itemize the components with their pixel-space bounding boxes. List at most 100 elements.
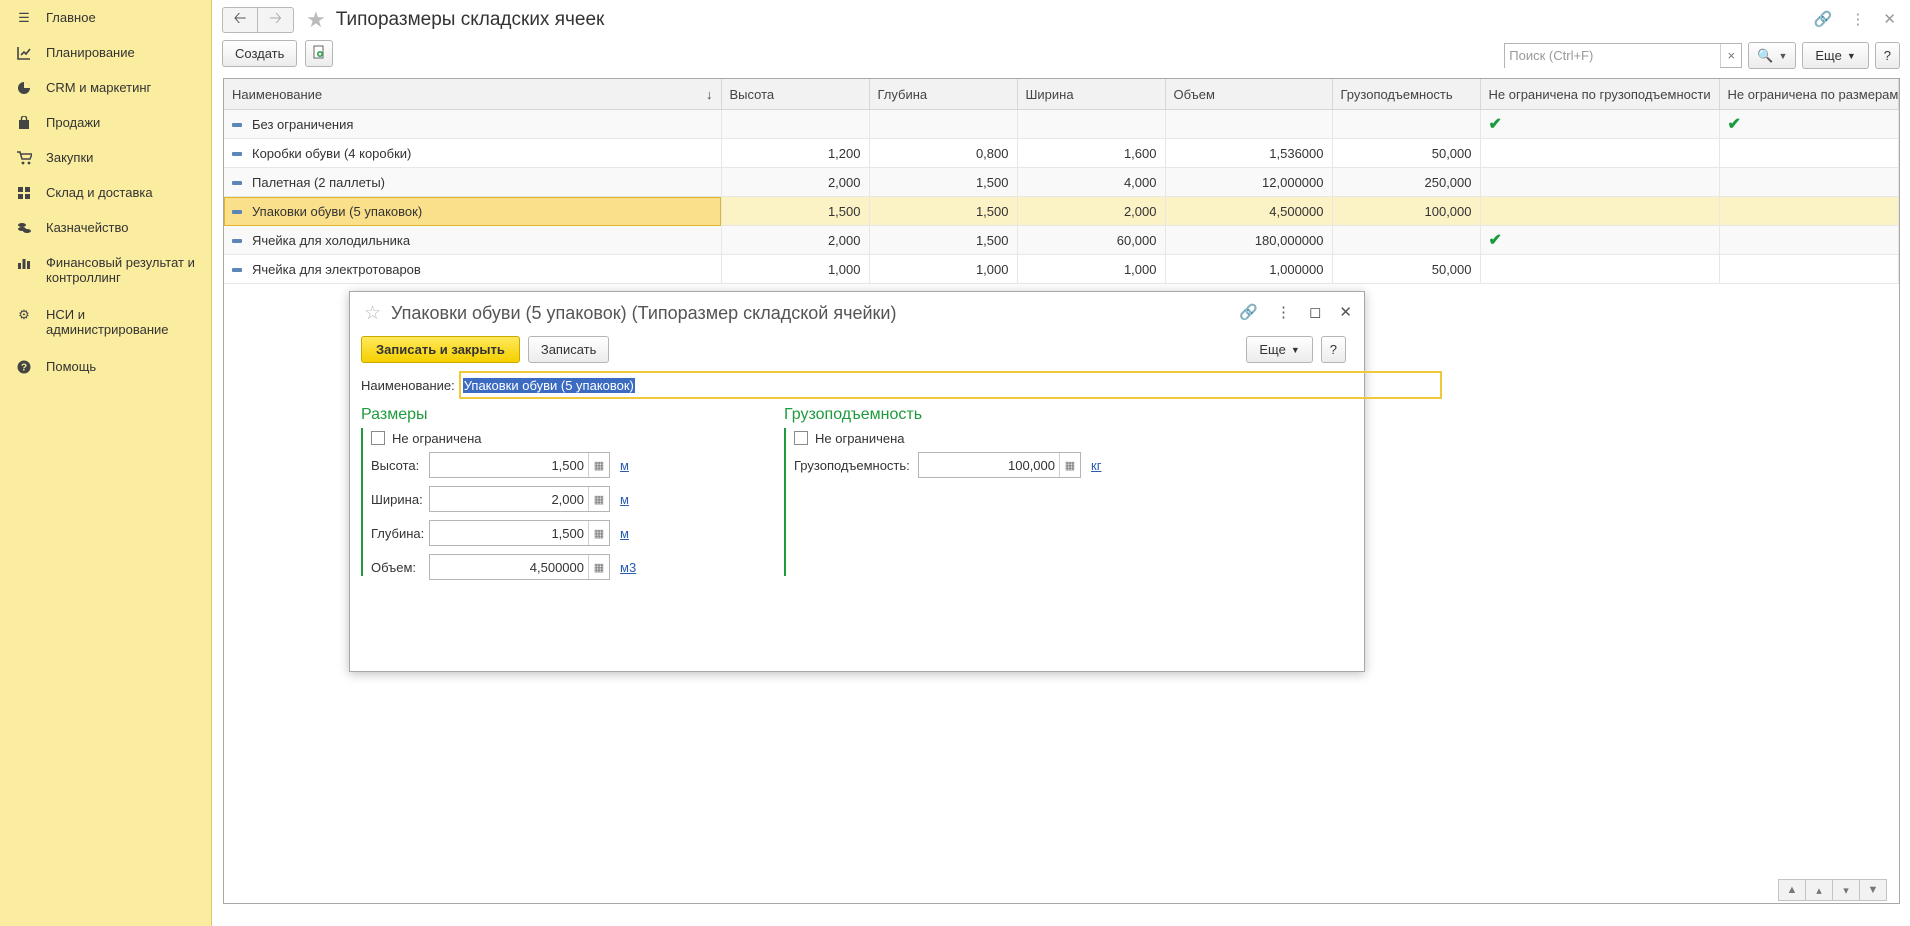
- capacity-unlimited-checkbox[interactable]: Не ограничена: [794, 428, 1184, 448]
- calculator-icon[interactable]: ▦: [588, 521, 609, 545]
- table-row[interactable]: Палетная (2 паллеты) 2,000 1,500 4,000 1…: [224, 167, 1899, 197]
- sidebar-item-label: Закупки: [46, 150, 94, 165]
- width-field-row: Ширина: 2,000 ▦ м: [371, 482, 761, 516]
- create-button[interactable]: Создать: [222, 40, 298, 67]
- cell-volume: 4,500000: [1165, 196, 1333, 226]
- volume-unit-link[interactable]: м3: [620, 560, 636, 575]
- favorite-star-icon[interactable]: ☆: [364, 302, 381, 325]
- name-input[interactable]: Упаковки обуви (5 упаковок): [458, 371, 1442, 399]
- search-input[interactable]: [1505, 43, 1721, 68]
- sidebar-item-finance[interactable]: Финансовый результат и контроллинг: [0, 245, 211, 297]
- more-vertical-icon[interactable]: ⋮: [1276, 303, 1291, 321]
- width-input[interactable]: 2,000 ▦: [429, 486, 610, 512]
- sidebar-item-warehouse[interactable]: Склад и доставка: [0, 175, 211, 210]
- gear-icon: ⚙: [18, 307, 30, 322]
- scroll-bottom-button[interactable]: ▼: [1859, 879, 1887, 901]
- close-icon[interactable]: ✕: [1339, 303, 1352, 321]
- col-header-unlimited-size[interactable]: Не ограничена по размерам: [1719, 79, 1899, 110]
- maximize-icon[interactable]: ◻: [1309, 303, 1321, 321]
- help-button[interactable]: ?: [1874, 42, 1900, 69]
- scroll-top-button[interactable]: ▲: [1778, 879, 1806, 901]
- depth-unit-link[interactable]: м: [620, 526, 629, 541]
- save-and-close-button[interactable]: Записать и закрыть: [361, 336, 520, 363]
- col-header-volume[interactable]: Объем: [1165, 79, 1333, 110]
- table-row[interactable]: Ячейка для электротоваров 1,000 1,000 1,…: [224, 254, 1899, 284]
- capacity-input[interactable]: 100,000 ▦: [918, 452, 1081, 478]
- height-unit-link[interactable]: м: [620, 458, 629, 473]
- save-button[interactable]: Записать: [527, 336, 610, 363]
- close-icon[interactable]: ✕: [1883, 10, 1896, 28]
- sidebar-item-sales[interactable]: Продажи: [0, 105, 211, 140]
- width-unit-link[interactable]: м: [620, 492, 629, 507]
- item-icon: [232, 268, 242, 273]
- sidebar-item-purchases[interactable]: Закупки: [0, 140, 211, 175]
- scroll-down-button[interactable]: ▾: [1832, 879, 1860, 901]
- sidebar-item-label: Главное: [46, 10, 96, 25]
- item-icon: [232, 152, 242, 157]
- sidebar-item-main[interactable]: ☰ Главное: [0, 0, 211, 35]
- menu-icon: ☰: [18, 10, 30, 25]
- sidebar-item-crm[interactable]: CRM и маркетинг: [0, 70, 211, 105]
- chevron-down-icon: ▼: [1778, 50, 1788, 61]
- col-header-unlimited-capacity[interactable]: Не ограничена по грузоподъемности: [1480, 79, 1720, 110]
- height-input[interactable]: 1,500 ▦: [429, 452, 610, 478]
- link-icon[interactable]: 🔗: [1814, 10, 1833, 28]
- calculator-icon[interactable]: ▦: [1059, 453, 1080, 477]
- more-vertical-icon[interactable]: ⋮: [1850, 10, 1865, 28]
- calculator-icon[interactable]: ▦: [588, 453, 609, 477]
- col-header-height[interactable]: Высота: [721, 79, 870, 110]
- sidebar-item-admin[interactable]: ⚙ НСИ и администрирование: [0, 297, 211, 349]
- forward-button[interactable]: 🡢: [258, 7, 294, 33]
- sidebar-item-help[interactable]: ? Помощь: [0, 349, 211, 384]
- table-row[interactable]: Коробки обуви (4 коробки) 1,200 0,800 1,…: [224, 138, 1899, 168]
- search-clear-button[interactable]: ×: [1720, 44, 1741, 67]
- cell-name: Упаковки обуви (5 упаковок): [224, 196, 722, 226]
- list-toolbar: Создать: [222, 40, 334, 67]
- copy-button[interactable]: [305, 40, 334, 67]
- sidebar-item-planning[interactable]: Планирование: [0, 35, 211, 70]
- checkbox-label: Не ограничена: [815, 430, 905, 446]
- col-header-width[interactable]: Ширина: [1017, 79, 1166, 110]
- checkmark-icon: [1480, 138, 1720, 168]
- sidebar-item-treasury[interactable]: Казначейство: [0, 210, 211, 245]
- scroll-up-button[interactable]: ▴: [1805, 879, 1833, 901]
- col-header-name[interactable]: Наименование ↓: [224, 79, 722, 110]
- height-value: 1,500: [551, 457, 584, 473]
- checkbox-label: Не ограничена: [392, 430, 482, 446]
- calculator-icon[interactable]: ▦: [588, 555, 609, 579]
- cell-width: 1,600: [1017, 138, 1166, 168]
- calculator-icon[interactable]: ▦: [588, 487, 609, 511]
- link-icon[interactable]: 🔗: [1239, 303, 1258, 321]
- cell-capacity: 100,000: [1332, 196, 1481, 226]
- table-row[interactable]: Ячейка для холодильника 2,000 1,500 60,0…: [224, 225, 1899, 255]
- dialog-more-button[interactable]: Еще ▼: [1246, 336, 1313, 363]
- back-button[interactable]: 🡠: [222, 7, 258, 33]
- width-label: Ширина:: [371, 491, 423, 507]
- warehouse-icon: [16, 185, 32, 201]
- dialog-header: ☆ Упаковки обуви (5 упаковок) (Типоразме…: [364, 302, 896, 325]
- sizes-group-body: Не ограничена Высота: 1,500 ▦ м Ширина: …: [361, 428, 761, 580]
- more-button[interactable]: Еще ▼: [1802, 42, 1869, 69]
- cell-capacity: 250,000: [1332, 167, 1481, 197]
- dialog-toolbar-right: Еще ▼ ?: [1246, 336, 1346, 363]
- sizes-unlimited-checkbox[interactable]: Не ограничена: [371, 428, 761, 448]
- sidebar-item-label: CRM и маркетинг: [46, 80, 152, 95]
- height-field-row: Высота: 1,500 ▦ м: [371, 448, 761, 482]
- dialog-toolbar: Записать и закрыть Записать: [361, 336, 610, 363]
- cell-width: 4,000: [1017, 167, 1166, 197]
- checkmark-icon: ✔: [1719, 109, 1899, 139]
- volume-input[interactable]: 4,500000 ▦: [429, 554, 610, 580]
- cell-capacity: 50,000: [1332, 254, 1481, 284]
- col-header-capacity[interactable]: Грузоподъемность: [1332, 79, 1481, 110]
- depth-input[interactable]: 1,500 ▦: [429, 520, 610, 546]
- capacity-unit-link[interactable]: кг: [1091, 458, 1101, 473]
- table-row-selected[interactable]: Упаковки обуви (5 упаковок) 1,500 1,500 …: [224, 196, 1899, 226]
- col-header-depth[interactable]: Глубина: [869, 79, 1018, 110]
- favorite-star-icon[interactable]: ★: [306, 7, 326, 33]
- cell-capacity: 50,000: [1332, 138, 1481, 168]
- table-row[interactable]: Без ограничения ✔ ✔: [224, 109, 1899, 139]
- dialog-help-button[interactable]: ?: [1320, 336, 1346, 363]
- sizes-group-title: Размеры: [361, 406, 428, 423]
- item-icon: [232, 210, 242, 215]
- search-button[interactable]: 🔍 ▼: [1748, 42, 1797, 69]
